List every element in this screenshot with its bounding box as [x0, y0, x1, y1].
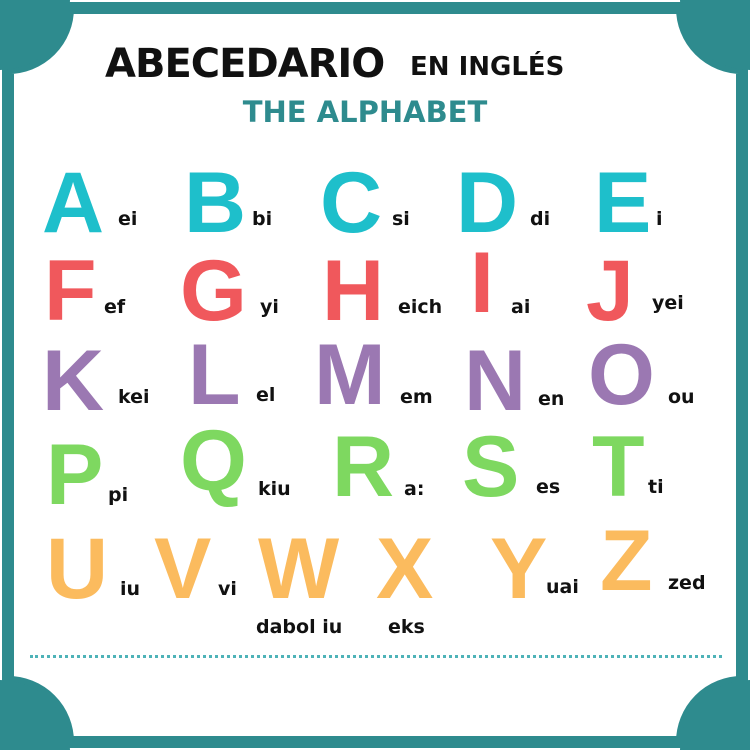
pronunciation-v: vi	[218, 578, 237, 600]
letter-g: G	[180, 243, 247, 339]
pronunciation-w: dabol iu	[256, 616, 343, 638]
letter-n: N	[464, 333, 527, 429]
pronunciation-i: ai	[511, 296, 531, 318]
pronunciation-a: ei	[118, 208, 138, 230]
pronunciation-f: ef	[104, 296, 126, 318]
pronunciation-c: si	[392, 208, 410, 230]
letter-f: F	[44, 243, 97, 339]
pronunciation-q: kiu	[258, 478, 291, 500]
pronunciation-z: zed	[668, 572, 706, 594]
pronunciation-x: eks	[388, 616, 425, 638]
pronunciation-o: ou	[668, 386, 695, 408]
corner-bottom-left	[0, 680, 70, 750]
pronunciation-j: yei	[652, 292, 684, 314]
pronunciation-k: kei	[118, 386, 150, 408]
pronunciation-b: bi	[252, 208, 273, 230]
pronunciation-d: di	[530, 208, 551, 230]
letter-r: R	[332, 419, 395, 515]
letter-e: E	[594, 155, 652, 251]
pronunciation-u: iu	[120, 578, 141, 600]
pronunciation-g: yi	[260, 296, 279, 318]
letter-q: Q	[180, 413, 247, 509]
letter-o: O	[588, 327, 655, 423]
letter-v: V	[154, 521, 212, 617]
corner-top-left	[0, 0, 70, 70]
letter-z: Z	[600, 513, 653, 609]
letter-y: Y	[490, 521, 548, 617]
letter-w: W	[258, 521, 340, 617]
subtitle: THE ALPHABET	[242, 95, 488, 129]
title-language: EN INGLÉS	[410, 52, 565, 82]
letter-t: T	[592, 419, 645, 515]
pronunciation-t: ti	[648, 476, 664, 498]
letter-i: I	[470, 235, 494, 331]
letter-x: X	[376, 521, 434, 617]
letter-c: C	[320, 155, 383, 251]
letter-j: J	[586, 243, 634, 339]
title-main: ABECEDARIO	[105, 41, 385, 87]
pronunciation-m: em	[400, 386, 433, 408]
pronunciation-r: a:	[404, 478, 425, 500]
letter-k: K	[42, 333, 105, 429]
pronunciation-n: en	[538, 388, 565, 410]
pronunciation-p: pi	[108, 484, 129, 506]
pronunciation-s: es	[536, 476, 561, 498]
letter-s: S	[462, 419, 520, 515]
letter-d: D	[456, 155, 519, 251]
letter-p: P	[46, 427, 104, 523]
letter-h: H	[322, 243, 385, 339]
letter-a: A	[42, 155, 105, 251]
letter-u: U	[46, 521, 109, 617]
pronunciation-e: i	[656, 208, 663, 230]
corner-top-right	[680, 0, 750, 70]
pronunciation-y: uai	[546, 576, 579, 598]
letter-b: B	[184, 155, 247, 251]
pronunciation-l: el	[256, 384, 276, 406]
letter-m: M	[314, 327, 386, 423]
pronunciation-h: eich	[398, 296, 443, 318]
dotted-divider	[30, 655, 722, 658]
corner-bottom-right	[680, 680, 750, 750]
letter-l: L	[188, 327, 241, 423]
